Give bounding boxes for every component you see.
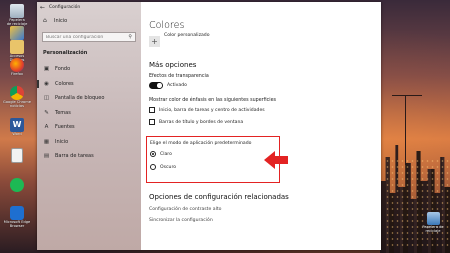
crane-mast <box>405 95 406 165</box>
nav-item-fuentes[interactable]: A Fuentes <box>37 120 141 135</box>
taskbar-icon: ▤ <box>43 153 50 160</box>
firefox-icon[interactable]: Firefox <box>2 58 32 76</box>
transparency-toggle[interactable] <box>149 82 163 89</box>
light-mode-label: Claro <box>160 151 172 157</box>
nav-item-colores[interactable]: ◉ Colores <box>37 77 141 92</box>
settings-content: Colores + Color personalizado Más opcion… <box>141 2 381 250</box>
back-arrow-icon[interactable]: ← <box>40 4 45 11</box>
related-settings: Opciones de configuración relacionadas C… <box>149 193 289 223</box>
checkbox-titlebars-label: Barras de título y bordes de ventana <box>159 119 244 125</box>
home-icon: ⌂ <box>43 17 47 24</box>
nav-item-inicio[interactable]: ▦ Inicio <box>37 135 141 150</box>
dark-mode-label: Oscuro <box>160 164 177 170</box>
recycle-bin-icon[interactable]: Papelera de reciclaje <box>2 4 32 26</box>
nav-home[interactable]: ⌂ Inicio <box>37 13 141 29</box>
radio-row-dark[interactable]: Oscuro <box>150 164 276 170</box>
custom-color[interactable]: + Color personalizado <box>149 33 381 47</box>
recycle-bin-label: Papelera de reciclaje <box>422 225 444 233</box>
app-title: Configuración <box>49 5 81 10</box>
lock-screen-icon: ◫ <box>43 95 50 102</box>
dark-mode-radio[interactable] <box>150 164 156 170</box>
search-icon[interactable]: ⚲ <box>128 34 132 40</box>
checkbox-start-label: Inicio, barra de tareas y centro de acti… <box>159 107 265 113</box>
section-title: Personalización <box>43 50 88 56</box>
custom-color-label: Color personalizado <box>164 33 210 38</box>
settings-sidebar: ← Configuración ⌂ Inicio ⚲ Personalizaci… <box>37 2 141 250</box>
nav-item-label: Fondo <box>55 66 71 73</box>
contrast-link[interactable]: Configuración de contraste alto <box>149 207 289 212</box>
accent-surfaces-label: Mostrar color de énfasis en las siguient… <box>149 98 277 103</box>
search-box[interactable]: ⚲ <box>42 32 136 42</box>
nav-item-label: Pantalla de bloqueo <box>55 95 105 102</box>
red-arrow-icon <box>264 151 288 169</box>
titlebars-checkbox[interactable] <box>149 119 155 125</box>
nav-item-temas[interactable]: ✎ Temas <box>37 106 141 121</box>
transparency-label: Efectos de transparencia <box>149 74 209 79</box>
recycle-bin-icon <box>426 212 440 225</box>
edge-icon[interactable]: Microsoft Edge Browser <box>2 206 32 228</box>
radio-row-light[interactable]: Claro <box>150 151 276 157</box>
chrome-icon[interactable]: Google Chrome noticias <box>2 86 32 108</box>
start-icon: ▦ <box>43 138 50 145</box>
nav-item-label: Inicio <box>55 138 69 145</box>
font-icon: A <box>44 124 49 131</box>
page-title: Colores <box>149 20 185 31</box>
search-input[interactable] <box>46 34 126 40</box>
transparency-toggle-row[interactable]: Activado <box>149 82 381 89</box>
nav-item-pantalla-bloqueo[interactable]: ◫ Pantalla de bloqueo <box>37 91 141 106</box>
word-icon[interactable]: W Word <box>2 118 32 136</box>
brush-icon: ✎ <box>44 109 49 116</box>
document-icon[interactable] <box>2 148 32 163</box>
app-mode-highlight: Elige el modo de aplicación predetermina… <box>146 136 280 183</box>
app-mode-label: Elige el modo de aplicación predetermina… <box>150 141 252 146</box>
nav-home-label: Inicio <box>54 18 68 24</box>
start-taskbar-checkbox[interactable] <box>149 107 155 113</box>
palette-icon: ◉ <box>44 80 49 87</box>
nav-item-label: Barra de tareas <box>55 153 94 160</box>
spotify-icon[interactable] <box>2 178 32 192</box>
nav-item-barra-tareas[interactable]: ▤ Barra de tareas <box>37 149 141 164</box>
nav-item-fondo[interactable]: ▣ Fondo <box>37 62 141 77</box>
sync-link[interactable]: Sincronizar la configuración <box>149 218 289 223</box>
nav-item-label: Fuentes <box>55 124 75 131</box>
settings-window: ← Configuración ⌂ Inicio ⚲ Personalizaci… <box>37 2 381 250</box>
nav-item-label: Colores <box>55 80 74 87</box>
image-icon: ▣ <box>43 66 50 73</box>
more-options-heading: Más opciones <box>149 61 197 69</box>
add-color-button[interactable]: + <box>149 36 160 47</box>
checkbox-row-titlebars[interactable]: Barras de título y bordes de ventana <box>149 119 381 125</box>
light-mode-radio[interactable] <box>150 151 156 157</box>
nav-item-label: Temas <box>55 109 71 116</box>
desktop-icons: Papelera de reciclaje Paint Accesos Dire… <box>0 0 34 253</box>
checkbox-row-start[interactable]: Inicio, barra de tareas y centro de acti… <box>149 107 381 113</box>
related-heading: Opciones de configuración relacionadas <box>149 193 289 201</box>
city-lights <box>385 158 450 248</box>
crane-jib <box>392 95 422 96</box>
desktop-recycle-bin-right[interactable]: Papelera de reciclaje <box>418 212 448 233</box>
titlebar: ← Configuración <box>37 2 141 13</box>
transparency-state: Activado <box>167 83 187 88</box>
